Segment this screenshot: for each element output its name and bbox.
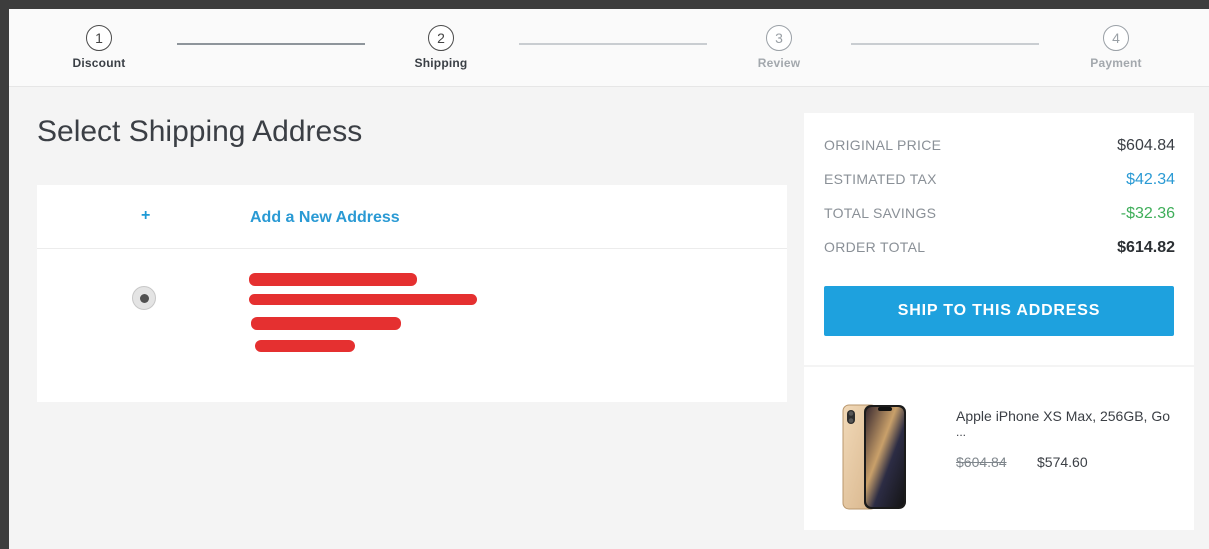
product-price: $574.60 bbox=[1037, 454, 1088, 470]
summary-value: -$32.36 bbox=[1120, 205, 1175, 222]
step-payment[interactable]: 4 Payment bbox=[1056, 25, 1176, 70]
add-address-row[interactable]: + Add a New Address bbox=[37, 185, 787, 249]
step-connector bbox=[177, 43, 365, 45]
summary-label: ORDER TOTAL bbox=[824, 239, 926, 255]
step-label: Shipping bbox=[414, 56, 468, 70]
order-summary: ORIGINAL PRICE $604.84 ESTIMATED TAX $42… bbox=[804, 113, 1194, 365]
checkout-stepper: 1 Discount 2 Shipping 3 Review 4 Payment bbox=[9, 9, 1209, 87]
summary-value: $614.82 bbox=[1117, 239, 1175, 256]
summary-row-original-price: ORIGINAL PRICE $604.84 bbox=[824, 137, 1175, 157]
summary-row-order-total: ORDER TOTAL $614.82 bbox=[824, 239, 1175, 259]
ship-to-this-address-button[interactable]: SHIP TO THIS ADDRESS bbox=[824, 286, 1174, 336]
product-name-ellipsis: ... bbox=[956, 425, 967, 439]
product-original-price: $604.84 bbox=[956, 454, 1007, 470]
redaction-mark bbox=[249, 294, 477, 305]
step-shipping[interactable]: 2 Shipping bbox=[381, 25, 501, 70]
step-label: Payment bbox=[1090, 56, 1142, 70]
address-card: + Add a New Address bbox=[37, 185, 787, 402]
page-title: Select Shipping Address bbox=[37, 115, 363, 148]
radio-selected-dot bbox=[140, 294, 149, 303]
step-connector bbox=[519, 43, 707, 45]
step-discount[interactable]: 1 Discount bbox=[39, 25, 159, 70]
step-review[interactable]: 3 Review bbox=[719, 25, 839, 70]
summary-label: TOTAL SAVINGS bbox=[824, 205, 937, 221]
step-number: 2 bbox=[428, 25, 454, 51]
product-name[interactable]: Apple iPhone XS Max, 256GB, Go bbox=[956, 407, 1176, 425]
iphone-xs-max-gold-image[interactable] bbox=[842, 403, 908, 511]
redaction-mark bbox=[255, 340, 355, 352]
add-address-link[interactable]: Add a New Address bbox=[250, 209, 400, 227]
checkout-page: 1 Discount 2 Shipping 3 Review 4 Payment… bbox=[9, 9, 1209, 549]
summary-value: $42.34 bbox=[1126, 171, 1175, 188]
summary-value: $604.84 bbox=[1117, 137, 1175, 154]
step-label: Discount bbox=[72, 56, 126, 70]
summary-label: ESTIMATED TAX bbox=[824, 171, 937, 187]
summary-label: ORIGINAL PRICE bbox=[824, 137, 942, 153]
step-connector bbox=[851, 43, 1039, 45]
summary-row-estimated-tax: ESTIMATED TAX $42.34 bbox=[824, 171, 1175, 191]
redaction-mark bbox=[251, 317, 401, 330]
step-number: 1 bbox=[86, 25, 112, 51]
redaction-mark bbox=[249, 273, 417, 286]
step-label: Review bbox=[757, 56, 801, 70]
saved-address-redacted bbox=[249, 273, 489, 363]
step-number: 4 bbox=[1103, 25, 1129, 51]
summary-row-total-savings: TOTAL SAVINGS -$32.36 bbox=[824, 205, 1175, 225]
step-number: 3 bbox=[766, 25, 792, 51]
cart-item: Apple iPhone XS Max, 256GB, Go ... $604.… bbox=[804, 367, 1194, 530]
plus-icon[interactable]: + bbox=[141, 207, 150, 225]
address-radio[interactable] bbox=[132, 286, 156, 310]
